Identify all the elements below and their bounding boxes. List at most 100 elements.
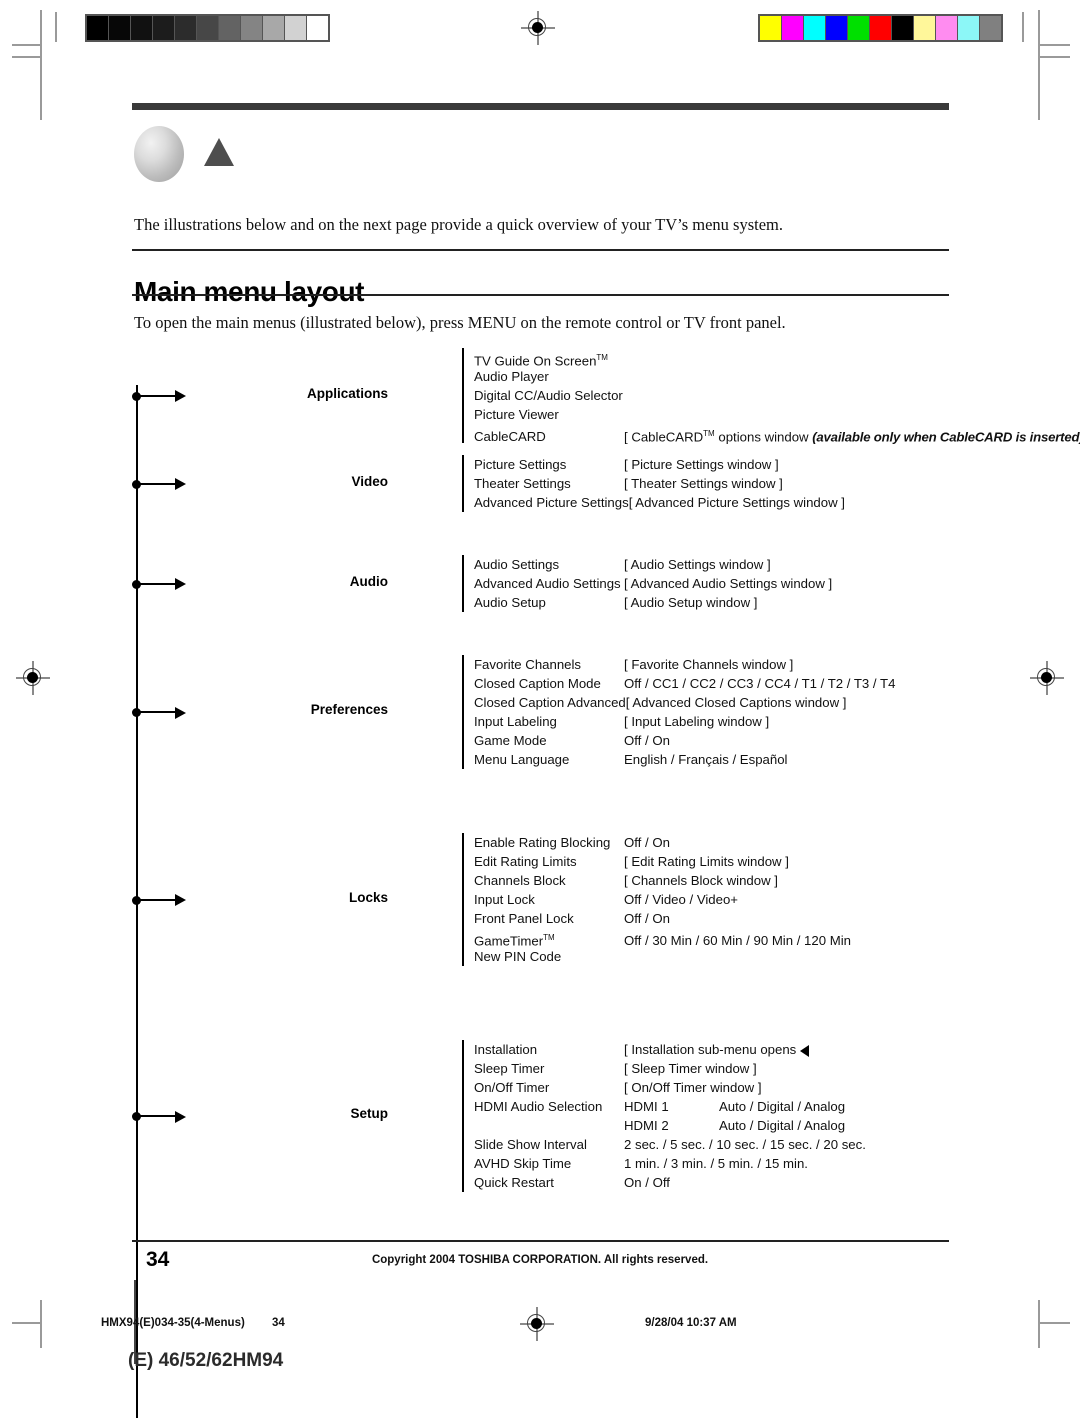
menu-item-label: AVHD Skip Time: [474, 1156, 572, 1171]
menu-item-label: Advanced Picture Settings: [474, 495, 629, 510]
menu-item-value: 1 min. / 3 min. / 5 min. / 15 min.: [624, 1156, 808, 1171]
menu-item-label: On/Off Timer: [474, 1080, 550, 1095]
footer-rule: [132, 1240, 949, 1242]
menu-item-label: Installation: [474, 1042, 538, 1057]
menu-item-value: [ Advanced Audio Settings window ]: [624, 576, 833, 591]
menu-branch-title-locks[interactable]: Locks: [248, 890, 388, 905]
menu-row[interactable]: Input Lock Off / Video / Video+: [474, 890, 851, 909]
menu-branch-title-video[interactable]: Video: [248, 474, 388, 489]
menu-item-label: Quick Restart: [474, 1175, 554, 1190]
menu-row[interactable]: Audio Player: [474, 367, 1080, 386]
menu-row[interactable]: Sleep Timer [ Sleep Timer window ]: [474, 1059, 1080, 1078]
print-timestamp: 9/28/04 10:37 AM: [645, 1317, 737, 1329]
menu-items-video: Picture Settings [ Picture Settings windo…: [462, 455, 845, 512]
arrow-right-icon: [175, 478, 186, 490]
menu-item-value: Off / 30 Min / 60 Min / 90 Min / 120 Min: [624, 933, 851, 949]
page-title: Main menu layout: [134, 275, 365, 307]
menu-row[interactable]: Picture Viewer: [474, 405, 1080, 424]
menu-row[interactable]: Game Mode Off / On: [474, 731, 895, 750]
menu-row[interactable]: CableCARD [ CableCARDTM options window (a…: [474, 424, 1080, 444]
menu-row[interactable]: On/Off Timer [ On/Off Timer window ]: [474, 1078, 1080, 1097]
menu-items-locks: Enable Rating Blocking Off / On Edit Ratin…: [462, 833, 851, 966]
menu-item-label: Picture Settings: [474, 457, 567, 472]
menu-item-value: [ Input Labeling window ]: [624, 714, 770, 729]
menu-row[interactable]: Installation [ Installation sub-menu open…: [474, 1040, 1080, 1059]
menu-row[interactable]: Advanced Picture Settings[ Advanced Pict…: [474, 493, 845, 512]
caret-left-icon: [800, 1044, 810, 1057]
copyright-notice: Copyright 2004 TOSHIBA CORPORATION. All …: [371, 1254, 709, 1266]
menu-item-label: [474, 1116, 624, 1135]
menu-item-value-secondary: Auto / Digital / Analog: [719, 1099, 846, 1114]
branch-arrow-video: [130, 476, 200, 492]
menu-item-label: Edit Rating Limits: [474, 854, 577, 869]
menu-item-label: New PIN Code: [474, 949, 562, 964]
menu-item-label: Digital CC/Audio Selector: [474, 388, 623, 403]
menu-item-value: [ Installation sub-menu opens]: [624, 1040, 1080, 1059]
menu-item-label: Front Panel Lock: [474, 911, 574, 926]
menu-row[interactable]: Audio Setup [ Audio Setup window ]: [474, 593, 832, 612]
menu-row[interactable]: Edit Rating Limits [ Edit Rating Limits w…: [474, 852, 851, 871]
menu-row[interactable]: Audio Settings [ Audio Settings window ]: [474, 555, 832, 574]
page-content: The illustrations below and on the next …: [0, 0, 1080, 1418]
arrow-right-icon: [175, 1110, 186, 1123]
menu-item-value: [ Advanced Closed Captions window ]: [625, 695, 847, 710]
menu-row[interactable]: Input Labeling [ Input Labeling window ]: [474, 712, 895, 731]
menu-item-label: Channels Block: [474, 873, 566, 888]
menu-row[interactable]: Channels Block [ Channels Block window ]: [474, 871, 851, 890]
menu-item-value: [ Sleep Timer window ]: [624, 1061, 757, 1076]
menu-row[interactable]: Digital CC/Audio Selector: [474, 386, 1080, 405]
menu-item-label: Enable Rating Blocking: [474, 835, 611, 850]
menu-item-label: Input Labeling: [474, 714, 557, 729]
branch-stem: [136, 394, 178, 397]
menu-row[interactable]: Closed Caption Advanced[ Advanced Closed…: [474, 693, 895, 712]
branch-stem: [136, 1115, 178, 1118]
menu-row[interactable]: Front Panel Lock Off / On: [474, 909, 851, 928]
branch-arrow-audio: [130, 576, 200, 592]
subintro-paragraph: To open the main menus (illustrated belo…: [134, 313, 786, 332]
menu-row[interactable]: TV Guide On ScreenTM: [474, 348, 1080, 368]
menu-items-audio: Audio Settings[ Audio Settings window ] A…: [462, 555, 832, 612]
menu-row[interactable]: AVHD Skip Time 1 min. / 3 min. / 5 min. /…: [474, 1154, 1080, 1173]
branch-stem: [136, 898, 178, 901]
menu-item-label: Audio Player: [474, 369, 549, 384]
branch-stem: [136, 711, 178, 714]
menu-item-label: Sleep Timer: [474, 1061, 545, 1076]
menu-row[interactable]: Favorite Channels [ Favorite Channels win…: [474, 655, 895, 674]
menu-item-label: Picture Viewer: [474, 407, 559, 422]
heading-rule-top: [132, 249, 949, 251]
menu-row[interactable]: Picture Settings [ Picture Settings windo…: [474, 455, 845, 474]
menu-item-label: Game Mode: [474, 733, 547, 748]
menu-row[interactable]: GameTimerTM Off / 30 Min / 60 Min / 90 Mi…: [474, 928, 851, 949]
menu-row[interactable]: Slide Show Interval 2 sec. / 5 sec. / 10 …: [474, 1135, 1080, 1154]
menu-item-value: [ On/Off Timer window ]: [624, 1080, 762, 1095]
arrow-right-icon: [175, 578, 186, 590]
menu-item-label: Closed Caption Mode: [474, 676, 601, 691]
menu-item-value: [ Favorite Channels window ]: [624, 657, 794, 672]
arrow-right-icon: [175, 706, 186, 719]
menu-item-value: HDMI 1: [624, 1099, 669, 1114]
menu-branch-title-setup[interactable]: Setup: [248, 1106, 388, 1121]
menu-row[interactable]: Menu Language English / Français / Españo…: [474, 750, 895, 769]
menu-branch-title-applications[interactable]: Applications: [248, 386, 388, 401]
menu-row[interactable]: Enable Rating Blocking Off / On: [474, 833, 851, 852]
menu-item-label: Theater Settings: [474, 476, 571, 491]
menu-row[interactable]: HDMI 2 Auto / Digital / Analog: [474, 1116, 1080, 1135]
menu-branch-title-audio[interactable]: Audio: [248, 574, 388, 589]
menu-item-label: Advanced Audio Settings: [474, 576, 621, 591]
menu-row[interactable]: Quick Restart On / Off: [474, 1173, 1080, 1192]
menu-item-value: Off / On: [624, 911, 670, 926]
menu-item-value: [ Picture Settings window ]: [624, 457, 779, 472]
menu-branch-title-preferences[interactable]: Preferences: [248, 702, 388, 717]
branch-stem: [136, 582, 178, 585]
menu-row[interactable]: Advanced Audio Settings[ Advanced Audio …: [474, 574, 832, 593]
menu-item-value: [ Advanced Picture Settings window ]: [628, 495, 845, 510]
menu-items-preferences: Favorite Channels [ Favorite Channels win…: [462, 655, 895, 769]
model-designation: (E) 46/52/62HM94: [128, 1350, 284, 1371]
menu-item-value: English / Français / Español: [624, 752, 788, 767]
triangle-icon: [204, 138, 234, 166]
menu-row[interactable]: HDMI Audio Selection HDMI 1 Auto / Digital…: [474, 1097, 1080, 1116]
menu-row[interactable]: Theater Settings [ Theater Settings windo…: [474, 474, 845, 493]
menu-item-value: On / Off: [624, 1175, 670, 1190]
menu-row[interactable]: Closed Caption Mode Off / CC1 / CC2 / CC3…: [474, 674, 895, 693]
menu-item-value: [ Edit Rating Limits window ]: [624, 854, 789, 869]
